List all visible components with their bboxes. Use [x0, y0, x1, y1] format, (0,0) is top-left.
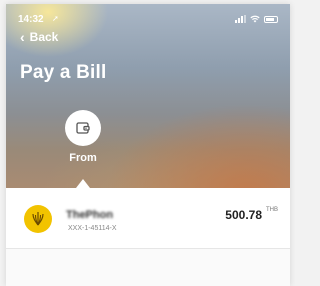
back-label: Back [29, 30, 59, 44]
currency-label: THB [266, 207, 278, 213]
location-arrow-icon: ➚ [52, 14, 59, 23]
bank-emblem-icon [32, 212, 44, 226]
from-account-button[interactable] [65, 110, 101, 146]
status-icons [235, 15, 278, 23]
signal-icon [235, 15, 246, 23]
status-time: 14:32 [18, 14, 44, 25]
page-title: Pay a Bill [20, 62, 107, 83]
from-label: From [69, 152, 97, 164]
phone-screen: 14:32 ➚ ‹ Back Pay a Bill From ThePhon X… [6, 4, 290, 286]
bank-logo-icon [24, 205, 52, 233]
battery-icon [264, 15, 278, 23]
account-balance: 500.78 [225, 208, 262, 222]
status-bar: 14:32 ➚ [18, 14, 280, 26]
back-button[interactable]: ‹ Back [20, 30, 58, 44]
wallet-icon [76, 122, 90, 134]
chevron-left-icon: ‹ [20, 29, 25, 45]
account-name: ThePhon [66, 209, 114, 221]
content-area [6, 249, 290, 286]
account-number: XXX-1-45114-X [68, 225, 117, 232]
selection-pointer [76, 179, 90, 188]
wifi-icon [250, 15, 260, 23]
source-account-row[interactable]: ThePhon XXX-1-45114-X 500.78 THB [6, 188, 290, 248]
